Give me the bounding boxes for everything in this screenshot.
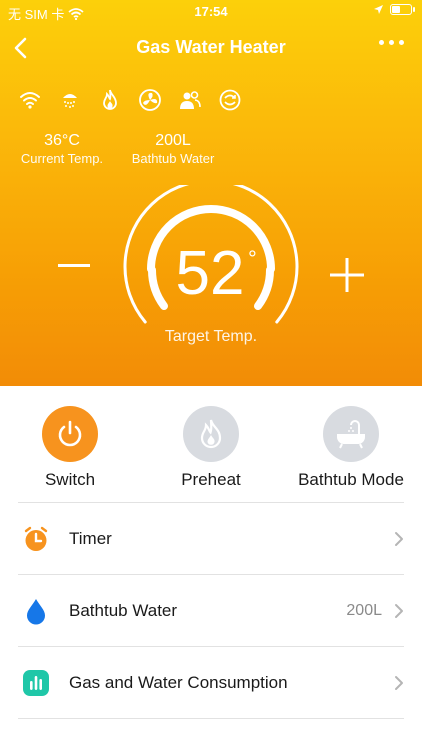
switch-mode[interactable]: Switch [0, 406, 140, 490]
power-button[interactable] [42, 406, 98, 462]
list-item-consumption[interactable]: Gas and Water Consumption [0, 647, 422, 718]
bathtub-water-reading: 200L Bathtub Water [124, 132, 222, 166]
flame-icon [103, 89, 117, 110]
bathtub-water-row-label: Bathtub Water [69, 601, 178, 620]
settings-list: Timer Bathtub Water 200L Gas and Water C… [0, 502, 422, 719]
current-temp-reading: 36°C Current Temp. [12, 132, 112, 166]
more-options-icon[interactable] [379, 40, 404, 45]
cycle-icon [219, 89, 241, 111]
chevron-right-icon [395, 604, 403, 618]
bathtub-water-row-value: 200L [346, 602, 382, 619]
increase-temp-button[interactable] [330, 258, 364, 292]
chevron-right-icon [395, 676, 403, 690]
bathtub-mode[interactable]: Bathtub Mode [281, 406, 421, 490]
timer-icon [24, 526, 48, 551]
bathtub-water-value: 200L [155, 132, 191, 149]
list-item-timer[interactable]: Timer [0, 503, 422, 574]
flame-icon [200, 419, 222, 449]
current-temp-label: Current Temp. [20, 151, 104, 166]
bathtub-mode-label: Bathtub Mode [298, 470, 404, 489]
device-status-icons [18, 88, 242, 112]
wifi-icon [20, 92, 40, 109]
preheat-mode[interactable]: Preheat [141, 406, 281, 490]
bathtub-water-label: Bathtub Water [131, 151, 215, 166]
nav-bar: Gas Water Heater [0, 30, 422, 66]
mode-buttons: Switch Preheat Bathtub Mode [0, 386, 422, 500]
bathtub-icon [337, 420, 365, 449]
chevron-right-icon [395, 532, 403, 546]
decrease-temp-button[interactable] [58, 264, 90, 267]
preheat-button[interactable] [183, 406, 239, 462]
target-temp-value: 52 [175, 239, 245, 308]
consumption-label: Gas and Water Consumption [69, 673, 288, 692]
current-temp-value: 36°C [44, 132, 80, 149]
list-item-bathtub-water[interactable]: Bathtub Water 200L [0, 575, 422, 646]
status-time: 17:54 [194, 4, 228, 19]
fan-icon [139, 89, 161, 111]
target-temp-unit: ° [248, 246, 257, 271]
location-arrow-icon [374, 5, 383, 14]
timer-label: Timer [69, 529, 112, 548]
status-bar: 无 SIM 卡 17:54 [0, 0, 422, 24]
switch-label: Switch [44, 470, 96, 489]
power-icon [58, 420, 82, 447]
bathtub-button[interactable] [323, 406, 379, 462]
header-panel: 无 SIM 卡 17:54 Gas Water Heater 36°C Curr… [0, 0, 422, 386]
chart-icon [23, 670, 49, 696]
target-temp-label: Target Temp. [164, 328, 258, 345]
page-title: Gas Water Heater [136, 37, 286, 57]
shower-icon [63, 94, 77, 108]
divider [18, 718, 404, 719]
battery-icon [390, 4, 415, 15]
water-drop-icon [27, 599, 45, 625]
people-icon [180, 91, 201, 109]
preheat-label: Preheat [181, 470, 241, 489]
